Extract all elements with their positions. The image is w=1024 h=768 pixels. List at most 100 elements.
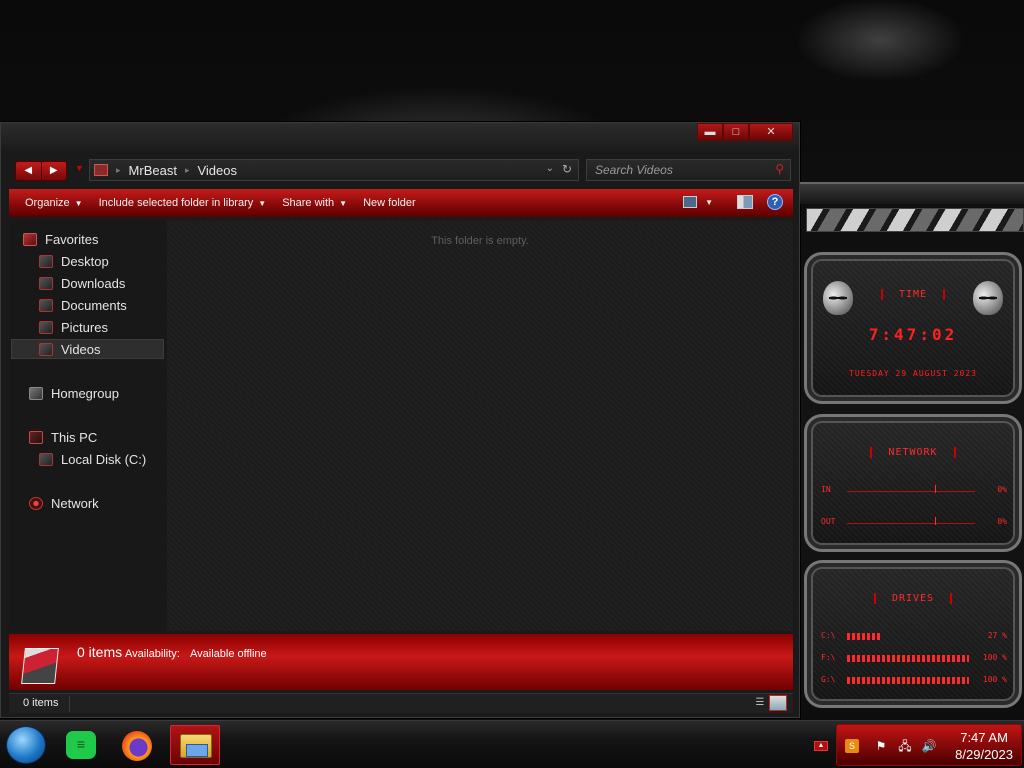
nav-item-videos[interactable]: Videos <box>11 339 164 359</box>
chevron-down-icon: ▼ <box>339 199 348 208</box>
taskbar-firefox-app[interactable] <box>112 725 162 765</box>
drive-percent: 27 % <box>987 631 1007 640</box>
availability-value: Available offline <box>190 648 267 660</box>
back-button[interactable]: ◀ <box>16 162 41 180</box>
maximize-button[interactable]: □ <box>723 123 749 141</box>
nav-label: Videos <box>61 341 101 357</box>
drive-usage-track <box>847 655 969 662</box>
file-list-area[interactable]: This folder is empty. <box>167 221 793 631</box>
include-in-library-button[interactable]: Include selected folder in library ▼ <box>99 197 267 209</box>
network-tray-icon[interactable]: 🖧 <box>897 739 913 753</box>
network-in-spike <box>935 485 936 493</box>
network-out-spike <box>935 517 936 525</box>
network-gadget[interactable]: NETWORK IN 0% OUT 0% <box>804 414 1022 552</box>
help-icon[interactable]: ? <box>767 194 783 210</box>
chevron-down-icon: ▼ <box>74 199 83 208</box>
new-folder-button[interactable]: New folder <box>363 197 416 209</box>
nav-item-documents[interactable]: Documents <box>39 295 127 315</box>
desktop-icon <box>39 254 53 268</box>
details-pane: 0 items Availability: Available offline <box>9 634 793 690</box>
search-placeholder: Search Videos <box>595 163 673 177</box>
share-with-button[interactable]: Share with ▼ <box>282 197 347 209</box>
network-out-row: OUT 0% <box>821 517 1007 529</box>
system-tray: S ⚑ 🖧 🔊 7:47 AM 8/29/2023 <box>836 724 1022 766</box>
start-button[interactable] <box>6 726 46 764</box>
chevron-down-icon: ▼ <box>258 199 267 208</box>
nav-item-network[interactable]: Network <box>29 493 99 513</box>
volume-icon[interactable]: 🔊 <box>921 739 937 753</box>
gadget-stripes <box>806 208 1024 232</box>
nav-item-favorites[interactable]: Favorites <box>23 229 98 249</box>
nav-label: Desktop <box>61 253 109 269</box>
breadcrumb-mrbeast[interactable]: MrBeast <box>129 163 177 178</box>
search-icon[interactable]: ⚲ <box>775 162 784 176</box>
network-out-percent: 0% <box>997 517 1007 526</box>
drive-percent: 100 % <box>982 675 1007 684</box>
firefox-icon <box>122 731 152 761</box>
preview-pane-icon[interactable] <box>737 195 753 209</box>
breadcrumb-separator-icon[interactable]: ▸ <box>116 165 121 176</box>
chevron-down-icon[interactable]: ⌄ <box>546 163 554 174</box>
nav-buttons: ◀ ▶ <box>15 161 67 181</box>
title-bar[interactable]: ▬ □ ✕ <box>1 123 799 153</box>
drive-label: C:\ <box>821 631 836 640</box>
drive-label: F:\ <box>821 653 836 662</box>
nav-item-desktop[interactable]: Desktop <box>39 251 109 271</box>
drive-label: G:\ <box>821 675 836 684</box>
search-input[interactable]: Search Videos ⚲ <box>586 159 791 181</box>
chevron-down-icon[interactable]: ▼ <box>705 198 713 207</box>
folder-icon <box>94 164 108 176</box>
nav-item-this-pc[interactable]: This PC <box>29 427 97 447</box>
videos-icon <box>39 342 53 356</box>
taskbar: ▲ S ⚑ 🖧 🔊 7:47 AM 8/29/2023 <box>0 720 1024 768</box>
drive-row-c: C:\ 27 % <box>821 631 1007 643</box>
details-item-count: 0 items <box>77 644 123 660</box>
nav-item-homegroup[interactable]: Homegroup <box>29 383 119 403</box>
minimize-button[interactable]: ▬ <box>697 123 723 141</box>
nav-item-pictures[interactable]: Pictures <box>39 317 108 337</box>
breadcrumb-videos[interactable]: Videos <box>197 163 237 178</box>
taskbar-clock[interactable]: 7:47 AM 8/29/2023 <box>955 729 1013 763</box>
clock-time: 7:47:02 <box>868 325 958 344</box>
drive-usage-track <box>847 677 969 684</box>
nav-item-downloads[interactable]: Downloads <box>39 273 125 293</box>
drive-usage-track <box>847 633 969 640</box>
file-explorer-icon <box>180 734 212 758</box>
network-in-label: IN <box>821 485 831 494</box>
breadcrumb-separator-icon[interactable]: ▸ <box>185 165 190 176</box>
folder-thumbnail-icon <box>21 648 59 684</box>
drive-icon <box>39 452 53 466</box>
organize-button[interactable]: Organize ▼ <box>25 197 83 209</box>
close-button[interactable]: ✕ <box>749 123 793 141</box>
action-center-flag-icon[interactable]: ⚑ <box>873 739 889 753</box>
drive-usage-bar <box>847 677 969 684</box>
toolbar-right: ▼ ? <box>683 194 783 210</box>
taskbar-notes-app[interactable] <box>52 725 102 765</box>
drives-title: DRIVES <box>807 593 1019 604</box>
documents-icon <box>39 298 53 312</box>
taskbar-file-explorer-app[interactable] <box>170 725 220 765</box>
forward-button[interactable]: ▶ <box>40 162 66 180</box>
clock-gadget[interactable]: TIME 7:47:02 TUESDAY 29 AUGUST 2023 <box>804 252 1022 404</box>
network-out-label: OUT <box>821 517 836 526</box>
recent-locations-button[interactable]: ▼ <box>75 163 84 173</box>
availability-label: Availability: <box>125 648 180 660</box>
show-hidden-icons-button[interactable]: ▲ <box>814 741 828 751</box>
network-in-row: IN 0% <box>821 485 1007 497</box>
network-icon <box>29 496 43 510</box>
refresh-icon[interactable]: ↻ <box>562 162 572 176</box>
large-icons-view-icon[interactable] <box>769 695 787 711</box>
status-item-count: 0 items <box>23 697 59 709</box>
nav-label: Homegroup <box>51 385 119 401</box>
drives-gadget[interactable]: DRIVES C:\ 27 % F:\ 100 % G:\ 100 % <box>804 560 1022 708</box>
nav-label: This PC <box>51 429 98 445</box>
address-bar[interactable]: ▸ MrBeast ▸ Videos ⌄ ↻ <box>89 159 579 181</box>
gadget-top-bar <box>800 182 1024 204</box>
nav-item-local-disk[interactable]: Local Disk (C:) <box>39 449 146 469</box>
change-view-icon[interactable] <box>683 196 698 208</box>
sublime-tray-icon[interactable]: S <box>845 739 859 753</box>
explorer-window: ▬ □ ✕ ◀ ▶ ▼ ▸ MrBeast ▸ Videos ⌄ ↻ Searc… <box>0 122 800 718</box>
details-view-icon[interactable]: ☰ <box>751 695 769 711</box>
include-label: Include selected folder in library <box>98 197 254 209</box>
status-bar: 0 items ☰ <box>9 693 793 713</box>
